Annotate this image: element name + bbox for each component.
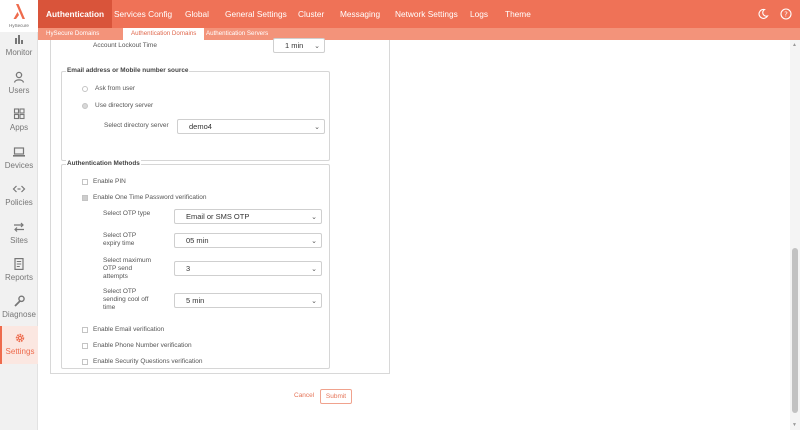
auth-methods-legend: Authentication Methods — [66, 160, 141, 167]
chevron-down-icon: ⌄ — [314, 43, 320, 50]
email-source-legend: Email address or Mobile number source — [66, 67, 190, 74]
tab-general-settings[interactable]: General Settings — [217, 0, 295, 28]
tab-logs[interactable]: Logs — [462, 0, 496, 28]
tab-global[interactable]: Global — [177, 0, 217, 28]
apps-grid-icon — [13, 108, 25, 120]
moon-icon[interactable] — [757, 8, 769, 20]
otp-type-select[interactable]: Email or SMS OTP ⌄ — [174, 209, 322, 224]
email-source-fieldset: Email address or Mobile number source As… — [61, 67, 330, 161]
tab-authentication[interactable]: Authentication — [38, 0, 113, 28]
ask-from-user-label: Ask from user — [95, 85, 136, 92]
sidebar-item-monitor[interactable]: Monitor — [0, 33, 38, 63]
tab-services-config[interactable]: Services Config — [106, 0, 180, 28]
laptop-icon — [13, 147, 25, 157]
main-content: Account Lockout Time 1 min ⌄ Email addre… — [38, 38, 800, 430]
sidebar-item-users[interactable]: Users — [0, 71, 38, 101]
sidebar-item-settings[interactable]: Settings — [0, 326, 38, 364]
sidebar-item-policies[interactable]: Policies — [0, 183, 38, 213]
otp-attempts-label-2: OTP send — [103, 265, 133, 272]
subtab-hysecure-domains[interactable]: HySecure Domains — [38, 28, 107, 40]
svg-text:?: ? — [784, 11, 788, 19]
account-lockout-label: Account Lockout Time — [93, 42, 157, 49]
sidebar-item-devices[interactable]: Devices — [0, 146, 38, 176]
otp-type-label: Select OTP type — [103, 210, 151, 217]
scroll-down-arrow-icon[interactable]: ▼ — [792, 422, 797, 428]
otp-cooloff-label-3: time — [103, 304, 116, 311]
otp-expiry-select[interactable]: 05 min ⌄ — [174, 233, 322, 248]
subtab-authentication-domains[interactable]: Authentication Domains — [123, 28, 205, 40]
enable-security-questions-checkbox[interactable] — [82, 359, 88, 365]
use-directory-server-label: Use directory server — [95, 102, 154, 109]
sidebar: HySecure Monitor Users Apps Devices Poli… — [0, 0, 38, 430]
directory-server-label: Select directory server — [104, 122, 169, 129]
enable-security-questions-label: Enable Security Questions verification — [93, 358, 203, 365]
domain-settings-panel: Account Lockout Time 1 min ⌄ Email addre… — [50, 38, 390, 374]
account-lockout-select[interactable]: 1 min ⌄ — [273, 38, 325, 53]
top-navigation: Authentication Services Config Global Ge… — [38, 0, 800, 28]
chevron-down-icon: ⌄ — [311, 214, 317, 221]
sidebar-item-apps[interactable]: Apps — [0, 108, 38, 138]
user-icon — [13, 71, 25, 83]
sidebar-item-reports[interactable]: Reports — [0, 258, 38, 288]
subtab-authentication-servers[interactable]: Authentication Servers — [198, 28, 276, 40]
enable-email-checkbox[interactable] — [82, 327, 88, 333]
otp-cooloff-label-2: sending cool off — [103, 296, 149, 303]
chevron-down-icon: ⌄ — [314, 124, 320, 131]
otp-cooloff-select[interactable]: 5 min ⌄ — [174, 293, 322, 308]
otp-expiry-label-2: expiry time — [103, 240, 135, 247]
bar-chart-icon — [15, 35, 23, 44]
otp-cooloff-label-1: Select OTP — [103, 288, 137, 295]
swap-arrows-icon — [14, 222, 24, 232]
enable-otp-checkbox[interactable] — [82, 195, 88, 201]
enable-phone-checkbox[interactable] — [82, 343, 88, 349]
tab-messaging[interactable]: Messaging — [332, 0, 388, 28]
scroll-up-arrow-icon[interactable]: ▲ — [792, 42, 797, 48]
enable-phone-label: Enable Phone Number verification — [93, 342, 192, 349]
gear-icon — [15, 333, 25, 343]
enable-email-label: Enable Email verification — [93, 326, 165, 333]
sidebar-item-diagnose[interactable]: Diagnose — [0, 295, 38, 325]
hysecure-logo-icon — [13, 4, 25, 19]
chevron-down-icon: ⌄ — [311, 238, 317, 245]
enable-pin-checkbox[interactable] — [82, 179, 88, 185]
brand-logo[interactable]: HySecure — [0, 0, 38, 32]
cancel-button[interactable]: Cancel — [294, 392, 314, 399]
wrench-icon — [14, 295, 25, 307]
submit-button[interactable]: Submit — [320, 389, 352, 404]
sidebar-item-sites[interactable]: Sites — [0, 221, 38, 251]
scrollbar-thumb[interactable] — [792, 248, 798, 413]
vertical-scrollbar[interactable]: ▲ ▼ — [790, 40, 800, 430]
chevron-down-icon: ⌄ — [311, 266, 317, 273]
enable-otp-label: Enable One Time Password verification — [93, 194, 207, 201]
chevron-down-icon: ⌄ — [311, 298, 317, 305]
enable-pin-label: Enable PIN — [93, 178, 126, 185]
otp-attempts-label-3: attempts — [103, 273, 128, 280]
sub-navigation: HySecure Domains Authentication Domains … — [38, 28, 800, 40]
brand-name: HySecure — [9, 23, 29, 28]
auth-methods-fieldset: Authentication Methods Enable PIN Enable… — [61, 160, 330, 369]
tab-cluster[interactable]: Cluster — [290, 0, 332, 28]
document-icon — [14, 258, 24, 270]
tab-theme[interactable]: Theme — [497, 0, 539, 28]
otp-expiry-label-1: Select OTP — [103, 232, 137, 239]
tab-network-settings[interactable]: Network Settings — [387, 0, 466, 28]
use-directory-server-radio[interactable] — [82, 103, 88, 109]
directory-server-select[interactable]: demo4 ⌄ — [177, 119, 325, 134]
help-icon[interactable]: ? — [780, 8, 792, 20]
otp-attempts-label-1: Select maximum — [103, 257, 152, 264]
ask-from-user-radio[interactable] — [82, 86, 88, 92]
otp-attempts-select[interactable]: 3 ⌄ — [174, 261, 322, 276]
code-arrows-icon — [12, 185, 26, 193]
